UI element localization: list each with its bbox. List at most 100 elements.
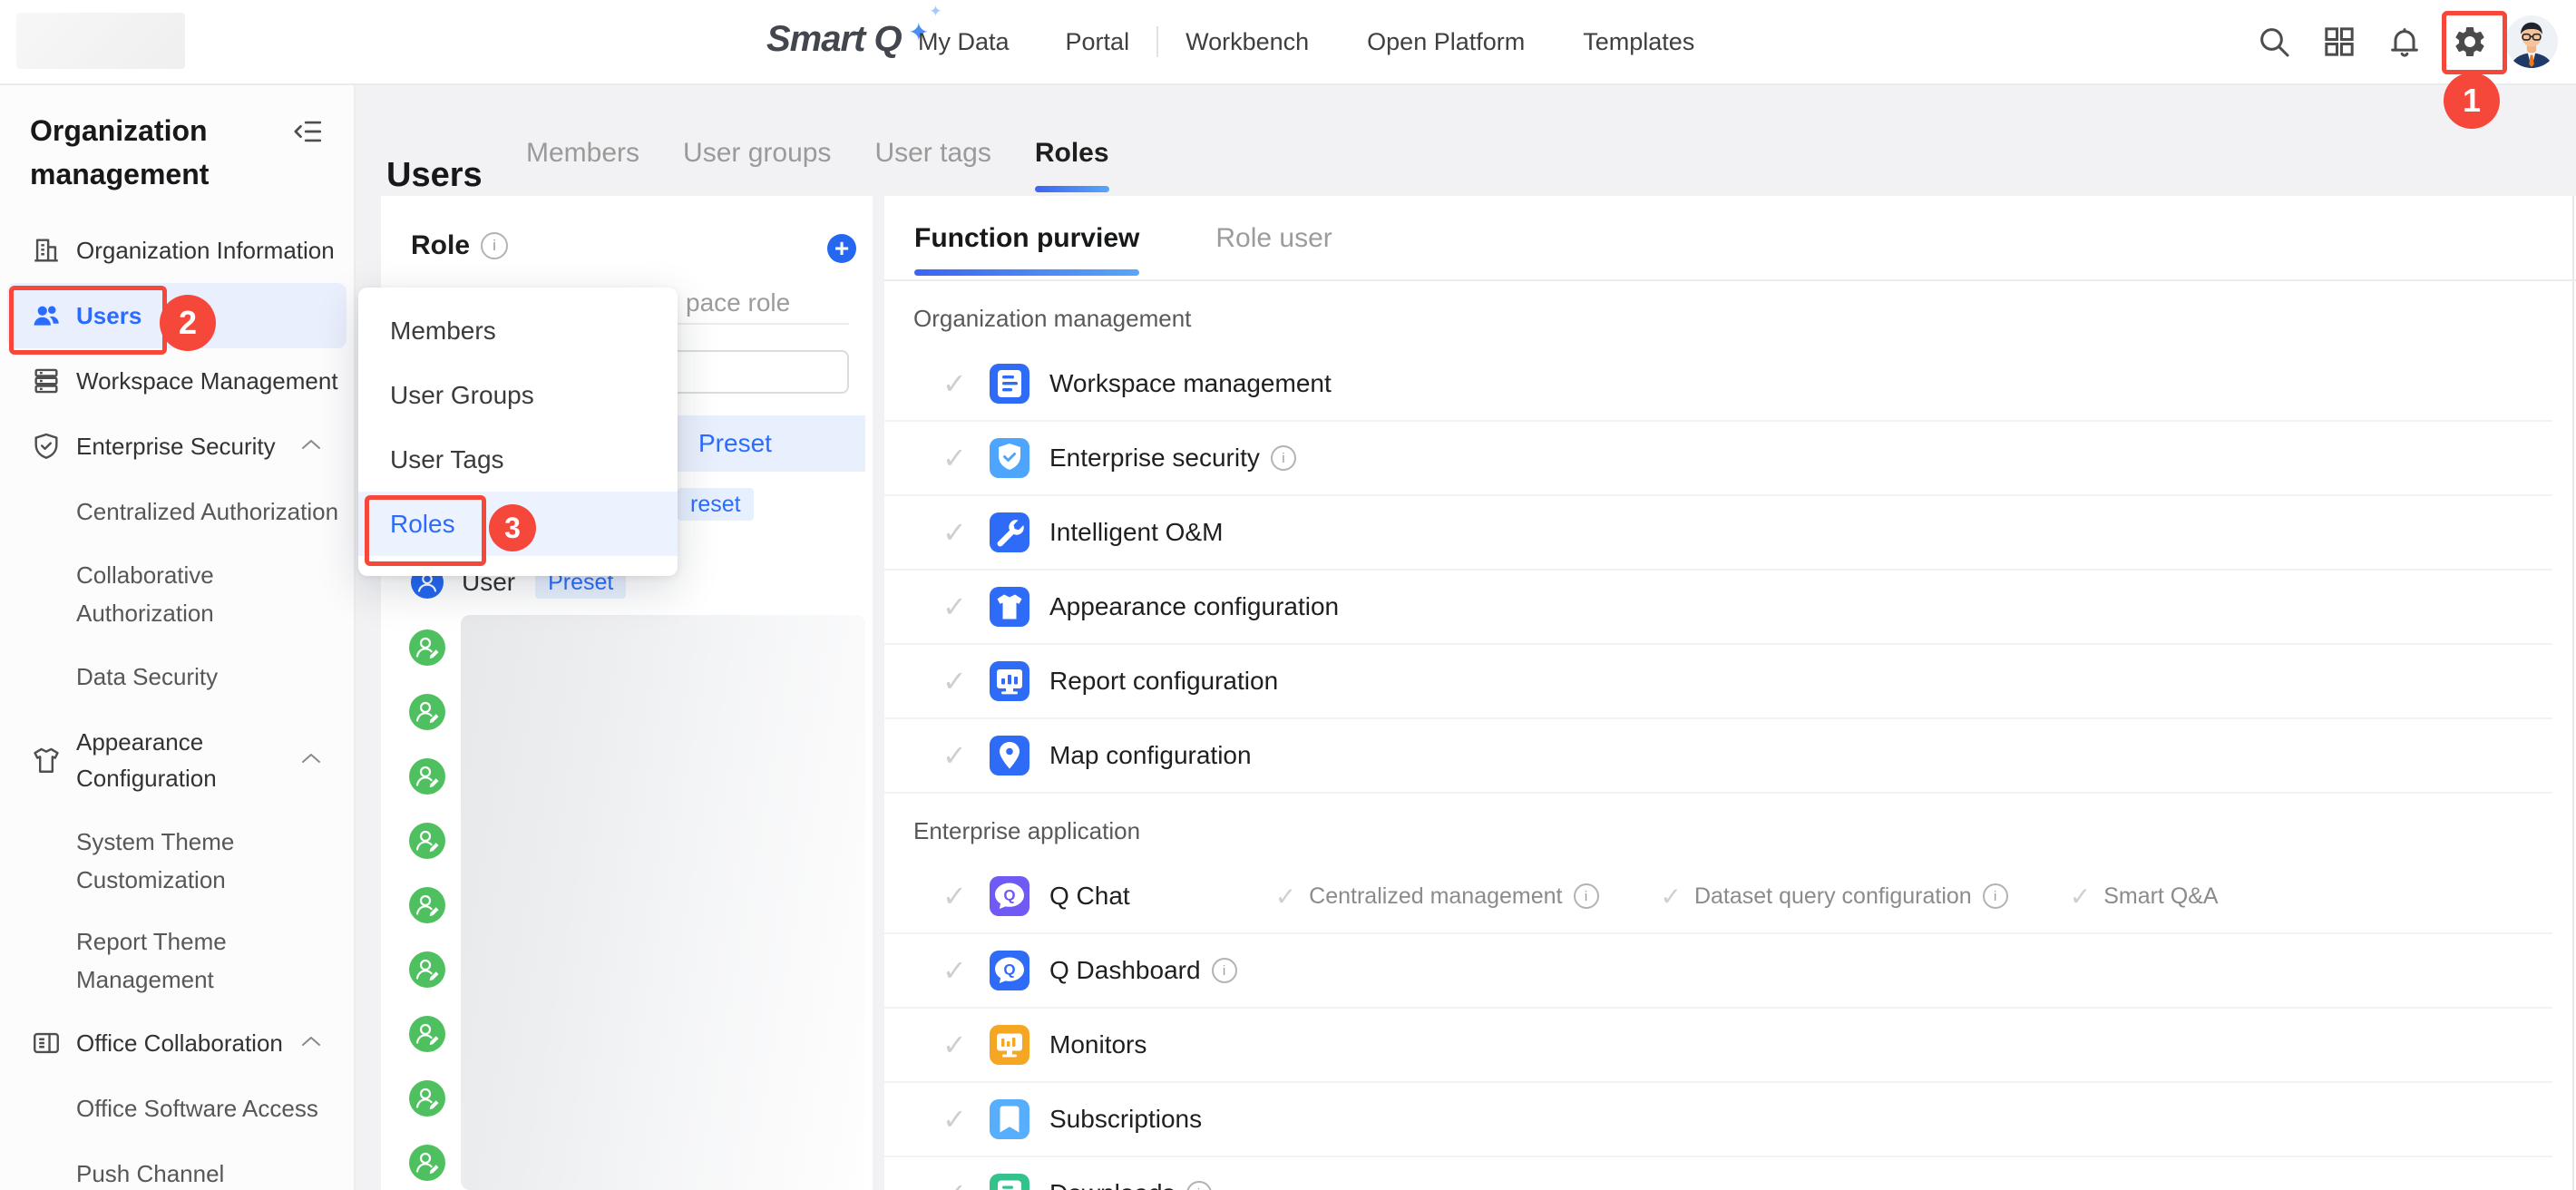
office-collaboration-icon: [31, 1028, 62, 1058]
sidebar-item-workspace-management[interactable]: Workspace Management: [0, 348, 354, 414]
top-nav-item-portal[interactable]: Portal: [1066, 28, 1130, 56]
info-icon[interactable]: i: [1186, 1181, 1212, 1190]
permission-row-q-dashboard[interactable]: ✓QQ Dashboardi: [884, 934, 2552, 1009]
menu-item-label: User Tags: [390, 445, 504, 474]
sidebar-subitem-centralized-authorization[interactable]: Centralized Authorization: [0, 479, 354, 544]
menu-item-user-groups[interactable]: User Groups: [358, 363, 678, 427]
sidebar-subitem-label: Data Security: [76, 658, 348, 696]
active-tab-underline: [914, 269, 1139, 276]
tab-user-groups[interactable]: User groups: [683, 138, 831, 192]
top-nav-item-templates[interactable]: Templates: [1583, 28, 1694, 56]
collapse-sidebar-icon[interactable]: [293, 116, 324, 147]
info-icon[interactable]: i: [1271, 445, 1296, 471]
permission-row-intelligent-o-m[interactable]: ✓Intelligent O&M: [884, 496, 2552, 571]
top-nav-item-open-platform[interactable]: Open Platform: [1367, 28, 1525, 56]
svg-text:Q: Q: [1003, 961, 1015, 979]
add-role-button[interactable]: +: [827, 234, 856, 263]
active-tab-underline: [1035, 186, 1109, 192]
permission-label: Appearance configuration: [1049, 592, 1339, 621]
top-nav-item-my-data[interactable]: My Data: [918, 28, 1010, 56]
role-member-avatar-icon: [409, 694, 445, 730]
function-purview-panel: Function purview Role user Organization m…: [884, 196, 2576, 1190]
check-icon: ✓: [2070, 882, 2091, 912]
tab-label: Role user: [1215, 223, 1332, 253]
q-dashboard-icon: Q: [990, 951, 1029, 990]
top-navigation: My Data Portal Workbench Open Platform Templ…: [918, 0, 1694, 83]
menu-item-user-tags[interactable]: User Tags: [358, 427, 678, 492]
organization-information-icon: [31, 235, 62, 266]
scrollbar-track[interactable]: [2572, 196, 2574, 1190]
top-nav-item-workbench[interactable]: Workbench: [1186, 28, 1309, 56]
app-root: Smart Q ✦ ✦ My Data Portal Workbench Open P…: [0, 0, 2576, 1190]
gear-icon[interactable]: [2452, 24, 2488, 60]
page-tabs: Members User groups User tags Roles: [526, 138, 1109, 192]
tab-label: Members: [526, 138, 639, 168]
sidebar-subitem-system-theme-customization[interactable]: System Theme Customization: [0, 811, 354, 911]
permission-row-enterprise-security[interactable]: ✓Enterprise securityi: [884, 422, 2552, 496]
chevron-up-icon[interactable]: [301, 438, 321, 451]
info-icon[interactable]: i: [1983, 883, 2008, 909]
sidebar-subitem-report-theme-management[interactable]: Report Theme Management: [0, 911, 354, 1010]
info-icon[interactable]: i: [1212, 958, 1237, 983]
permission-label: Map configuration: [1049, 741, 1252, 770]
tab-roles[interactable]: Roles: [1035, 138, 1109, 192]
sidebar-subitem-label: Centralized Authorization: [76, 493, 348, 531]
sidebar-subitem-collaborative-authorization[interactable]: Collaborative Authorization: [0, 544, 354, 644]
menu-item-label: Roles: [390, 510, 455, 539]
check-icon: ✓: [942, 1176, 984, 1190]
tab-members[interactable]: Members: [526, 138, 639, 192]
info-icon[interactable]: i: [481, 232, 508, 259]
monitors-icon: [990, 1025, 1029, 1065]
sub-permission-dataset-query-configuration[interactable]: ✓Dataset query configurationi: [1661, 882, 2008, 912]
menu-item-members[interactable]: Members: [358, 298, 678, 363]
user-avatar[interactable]: [2505, 15, 2558, 68]
sub-permission-smart-q-a[interactable]: ✓ Smart Q&A: [2070, 882, 2219, 912]
permission-label: Workspace management: [1049, 369, 1332, 398]
permission-row-map-configuration[interactable]: ✓Map configuration: [884, 719, 2552, 794]
menu-item-label: Members: [390, 317, 496, 346]
sub-permission-centralized-management[interactable]: ✓ Centralized management i: [1275, 882, 1599, 912]
check-icon: ✓: [1275, 882, 1296, 912]
tab-role-user[interactable]: Role user: [1215, 223, 1332, 276]
permission-row-monitors[interactable]: ✓Monitors: [884, 1009, 2552, 1083]
sidebar-subitem-data-security[interactable]: Data Security: [0, 644, 354, 709]
annotation-step-1: 1: [2444, 73, 2500, 129]
check-icon: ✓: [942, 590, 984, 624]
apps-grid-icon[interactable]: [2321, 24, 2357, 60]
users-icon: [31, 300, 62, 331]
permission-row-subscriptions[interactable]: ✓Subscriptions: [884, 1083, 2552, 1157]
chevron-up-icon[interactable]: [301, 752, 321, 765]
permission-row-appearance-configuration[interactable]: ✓ Appearance configuration: [884, 571, 2552, 645]
sidebar-subitem-push-channel[interactable]: Push Channel: [0, 1141, 354, 1190]
permission-label: Q Dashboard: [1049, 956, 1201, 985]
sub-permission-label: Smart Q&A: [2103, 883, 2218, 910]
sidebar-subitem-label: Push Channel: [76, 1155, 348, 1190]
sidebar-item-label: Workspace Management: [76, 363, 348, 399]
permission-row-workspace-management[interactable]: ✓Workspace management: [884, 347, 2552, 422]
chevron-up-icon[interactable]: [301, 1035, 321, 1048]
info-icon[interactable]: i: [1574, 883, 1599, 909]
check-icon: ✓: [942, 879, 984, 913]
appearance-configuration-icon: [31, 745, 62, 775]
workspace-role-tab-fragment[interactable]: pace role: [686, 288, 790, 317]
sidebar-item-appearance-configuration[interactable]: Appearance Configuration: [0, 709, 354, 811]
bell-icon[interactable]: [2386, 24, 2423, 60]
role-member-avatar-icon: [409, 758, 445, 795]
sidebar-subitem-office-software-access[interactable]: Office Software Access: [0, 1076, 354, 1141]
sub-permission-label: Centralized management: [1309, 883, 1562, 910]
sidebar-item-office-collaboration[interactable]: Office Collaboration: [0, 1010, 354, 1076]
tab-function-purview[interactable]: Function purview: [914, 223, 1139, 276]
section-label: Organization management: [884, 281, 2552, 347]
search-icon[interactable]: [2256, 24, 2292, 60]
permission-row-report-configuration[interactable]: ✓Report configuration: [884, 645, 2552, 719]
tab-user-tags[interactable]: User tags: [874, 138, 990, 192]
sidebar-item-label: Organization Information: [76, 232, 348, 268]
smartq-logo-text: Smart Q: [766, 19, 902, 59]
role-member-avatar-icon: [409, 1016, 445, 1052]
permission-row-downloads[interactable]: ✓Downloadsi: [884, 1157, 2552, 1190]
permission-row-q-chat[interactable]: ✓QQ Chat✓Centralized managementi✓Dataset…: [884, 860, 2552, 934]
smartq-logo: Smart Q ✦ ✦: [766, 19, 902, 60]
sidebar-item-enterprise-security[interactable]: Enterprise Security: [0, 414, 354, 479]
sidebar-item-organization-information[interactable]: Organization Information: [0, 218, 354, 283]
sidebar-item-label: Appearance Configuration: [76, 724, 258, 796]
